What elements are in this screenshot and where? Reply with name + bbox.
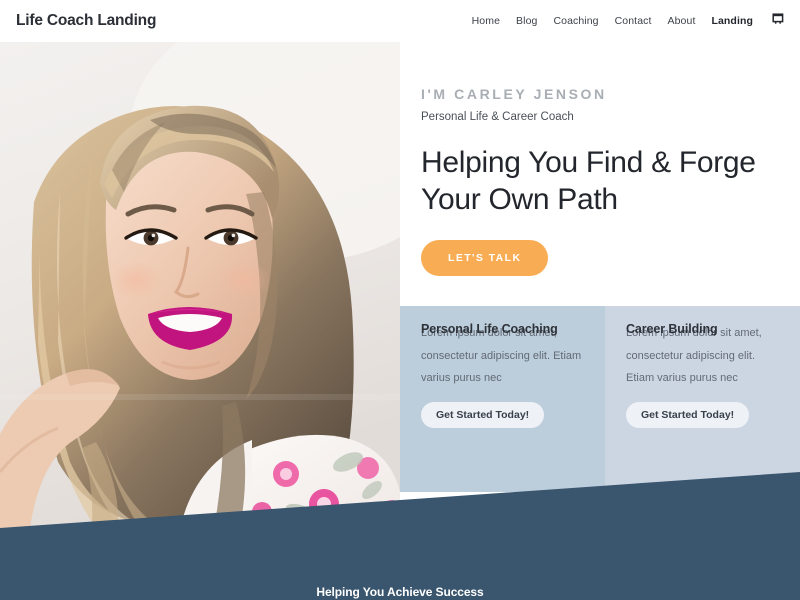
get-started-button[interactable]: Get Started Today! [421,401,545,428]
hero-eyebrow: I'M CARLEY JENSON [421,86,607,102]
angled-navy-section [0,455,800,600]
hero-subtitle: Personal Life & Career Coach [421,111,574,123]
shopping-cart-icon[interactable] [771,12,786,31]
nav-item-about[interactable]: About [668,15,696,27]
nav-item-contact[interactable]: Contact [615,15,652,27]
get-started-button[interactable]: Get Started Today! [626,401,750,428]
nav-item-blog[interactable]: Blog [516,15,537,27]
nav-item-coaching[interactable]: Coaching [553,15,598,27]
main-navigation: Home Blog Coaching Contact About Landing [472,12,786,31]
band-title: Helping You Achieve Success [316,585,484,599]
nav-item-landing[interactable]: Landing [711,15,753,27]
hero-heading: Helping You Find & Forge Your Own Path [421,146,756,216]
card-title: Personal Life Coaching [421,322,558,336]
lets-talk-button[interactable]: LET'S TALK [421,240,549,277]
site-logo[interactable]: Life Coach Landing [16,12,156,30]
card-title: Career Building [626,322,718,336]
nav-item-home[interactable]: Home [472,15,500,27]
hero-text-panel: I'M CARLEY JENSON Personal Life & Career… [400,42,800,306]
site-header: Life Coach Landing Home Blog Coaching Co… [0,0,800,42]
